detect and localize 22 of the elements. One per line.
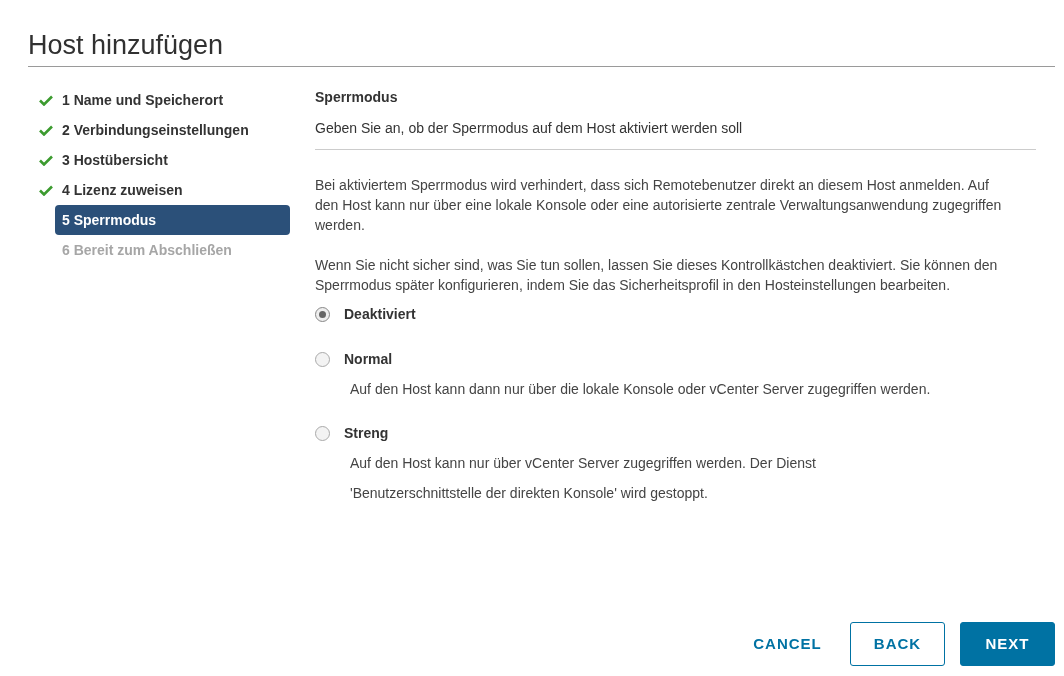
wizard-step[interactable]: 3 Hostübersicht [55, 145, 290, 175]
radio-label: Deaktiviert [344, 304, 416, 324]
radio-button[interactable] [315, 351, 330, 367]
radio-button[interactable] [315, 306, 330, 322]
dialog-button[interactable]: NEXT [960, 622, 1055, 666]
option-description: 'Benutzerschnittstelle der direkten Konsole' wird gestoppt. [350, 484, 709, 503]
wizard-step[interactable]: 5 Sperrmodus [55, 205, 290, 235]
option-description: Auf den Host kann dann nur über die lokale Konsole oder vCenter Server zugegriffen werden. [350, 380, 932, 399]
option-description: Auf den Host kann nur über vCenter Server zugegriffen werden. Der Dienst [350, 454, 817, 473]
radio-label: Normal [344, 349, 393, 369]
wizard-step[interactable]: 2 Verbindungseinstellungen [55, 115, 290, 145]
dialog-button[interactable]: CANCEL [740, 622, 835, 666]
section-heading: Sperrmodus [315, 88, 399, 107]
wizard-step[interactable]: 4 Lizenz zuweisen [55, 175, 290, 205]
wizard-step[interactable]: 1 Name und Speicherort [55, 85, 290, 115]
description-paragraph: Bei aktiviertem Sperrmodus wird verhindert, dass sich Remotebenutzer direkt an diesem Host anmelden. Auf den Host kann nur über eine lokale Konsole oder eine autorisierte zentrale Verwaltungsanwendung zugegriffen werden. [315, 176, 1003, 235]
dialog-title: Host hinzufügen [28, 29, 225, 62]
radio-label: Streng [344, 423, 389, 443]
description-paragraph: Wenn Sie nicht sicher sind, was Sie tun sollen, lassen Sie dieses Kontrollkästchen deaktiviert. Sie können den Sperrmodus später konfigurieren, indem Sie das Sicherheitsprofil in den Hosteinstellungen bearbeiten. [315, 256, 999, 295]
section-subtitle: Geben Sie an, ob der Sperrmodus auf dem Host aktiviert werden soll [315, 118, 1036, 150]
dialog-button[interactable]: BACK [850, 622, 945, 666]
radio-button[interactable] [315, 425, 330, 441]
